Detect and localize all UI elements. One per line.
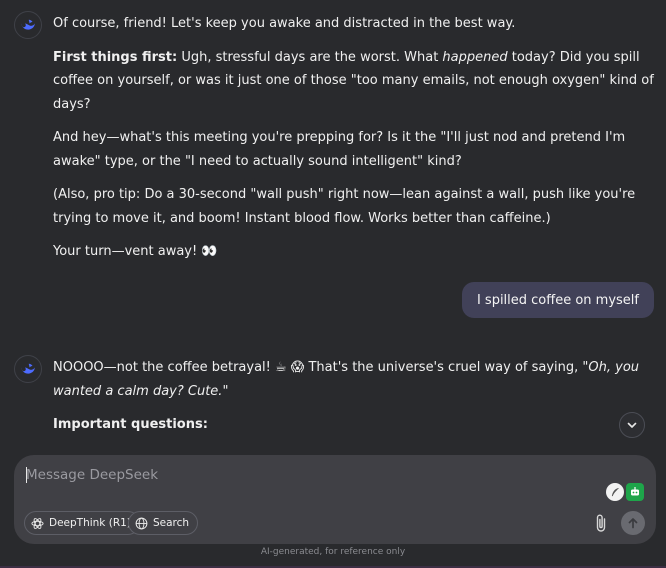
message-composer: Message DeepSeek DeepThink (R1) Search (14, 455, 656, 544)
message-paragraph: First things first: Ugh, stressful days … (53, 46, 658, 117)
send-button[interactable] (621, 511, 645, 535)
assistant-message: Of course, friend! Let's keep you awake … (53, 12, 658, 264)
assistant-avatar (14, 11, 42, 39)
search-toggle[interactable]: Search (128, 511, 199, 535)
attach-button[interactable] (592, 512, 610, 534)
robot-extension-icon[interactable] (626, 483, 644, 501)
atom-icon (31, 517, 44, 529)
user-message-text: I spilled coffee on myself (476, 292, 639, 308)
feather-extension-icon[interactable] (606, 483, 624, 501)
message-text: NOOOO—not the coffee betrayal! ☕ 😱 That'… (53, 360, 589, 375)
globe-icon (135, 517, 148, 529)
search-label: Search (153, 517, 190, 529)
deepthink-toggle[interactable]: DeepThink (R1) (24, 511, 140, 535)
message-text: Ugh, stressful days are the worst. What (177, 49, 443, 65)
scroll-down-button[interactable] (619, 412, 645, 438)
extension-icons (606, 483, 644, 501)
deepseek-whale-icon (21, 363, 35, 374)
message-input[interactable]: Message DeepSeek (26, 465, 586, 485)
italic-text: happened (442, 49, 508, 65)
ai-disclaimer: AI-generated, for reference only (260, 547, 406, 557)
arrow-up-icon (628, 518, 638, 529)
message-paragraph: (Also, pro tip: Do a 30-second "wall pus… (53, 187, 636, 226)
paperclip-icon (596, 514, 606, 532)
deepthink-label: DeepThink (R1) (49, 517, 131, 529)
bold-text: First things first: (53, 49, 178, 65)
chevron-down-icon (627, 422, 637, 428)
message-paragraph: And hey—what's this meeting you're prepp… (53, 130, 626, 169)
user-message-bubble: I spilled coffee on myself (461, 282, 654, 318)
assistant-message: NOOOO—not the coffee betrayal! ☕ 😱 That'… (53, 356, 658, 437)
message-paragraph: Your turn—vent away! 👀 (53, 244, 218, 259)
message-heading: Important questions: (53, 417, 208, 432)
message-text: " (222, 383, 229, 399)
message-paragraph: NOOOO—not the coffee betrayal! ☕ 😱 That'… (53, 356, 658, 403)
message-paragraph: Of course, friend! Let's keep you awake … (53, 16, 516, 31)
deepseek-whale-icon (21, 19, 35, 30)
assistant-avatar (14, 355, 42, 383)
